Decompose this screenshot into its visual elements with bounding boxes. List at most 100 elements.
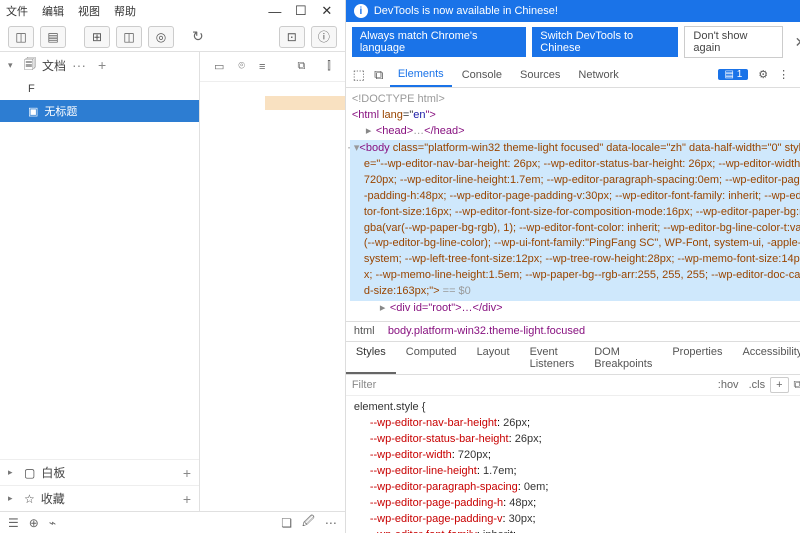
toolbar-info-icon[interactable]: ⓘ	[311, 26, 337, 48]
status-icon[interactable]: 🖉	[302, 512, 315, 533]
toolbar-window-icon[interactable]: ⊡	[279, 26, 305, 48]
subtab-dombp[interactable]: DOM Breakpoints	[584, 342, 662, 374]
toolbar-panel-icon[interactable]: ◫	[116, 26, 142, 48]
tab-console[interactable]: Console	[454, 62, 510, 87]
minimize-button[interactable]: —	[263, 2, 287, 20]
doc-body[interactable]	[200, 82, 345, 511]
app-pane: 文件 编辑 视图 帮助 — ☐ ✕ ◫ ▤ ⊞ ◫ ◎ ↻ ⊡ ⓘ ▾ 🗐 文档	[0, 0, 346, 533]
dom-body-node[interactable]: ⋯ ▾<body class="platform-win32 theme-lig…	[350, 140, 800, 301]
caret-right-icon: ▸	[8, 493, 18, 504]
hov-toggle[interactable]: :hov	[713, 378, 744, 392]
style-prop[interactable]: --wp-editor-line-height: 1.7em;	[354, 464, 800, 480]
status-icon[interactable]: ⌁	[49, 516, 56, 530]
menu-view[interactable]: 视图	[78, 3, 100, 19]
status-icon[interactable]: ⊕	[29, 516, 39, 530]
banner-dismiss-button[interactable]: Don't show again	[684, 26, 782, 58]
panel-icon[interactable]: ⧉	[789, 378, 800, 393]
style-prop[interactable]: --wp-editor-width: 720px;	[354, 448, 800, 464]
caret-right-icon: ▸	[8, 467, 18, 478]
devtools-pane: i DevTools is now available in Chinese! …	[346, 0, 800, 533]
doc-tb-icon[interactable]: ⌾	[238, 60, 245, 73]
issues-badge[interactable]: ▤ 1	[718, 69, 748, 80]
info-icon: i	[354, 4, 368, 18]
status-icon[interactable]: ⋯	[325, 516, 337, 530]
doc-tb-icon[interactable]: ⫿	[327, 60, 331, 73]
sidebar-fav-label: 收藏	[41, 490, 65, 507]
close-button[interactable]: ✕	[315, 2, 339, 20]
status-icon[interactable]: ❏	[281, 516, 292, 530]
cls-toggle[interactable]: .cls	[744, 378, 771, 392]
sidebar-item-label: 无标题	[44, 103, 77, 119]
board-icon: ▢	[24, 466, 35, 480]
tab-elements[interactable]: Elements	[390, 62, 452, 87]
menubar: 文件 编辑 视图 帮助 — ☐ ✕	[0, 0, 345, 22]
banner-switch-button[interactable]: Switch DevTools to Chinese	[532, 27, 678, 57]
menu-help[interactable]: 帮助	[114, 3, 136, 19]
doc-toolbar: ▭ ⌾ ≡ ⧉ ⫿	[200, 52, 345, 82]
style-prop[interactable]: --wp-editor-page-padding-h: 48px;	[354, 496, 800, 512]
doc-tb-icon[interactable]: ≡	[259, 61, 265, 73]
style-prop[interactable]: --wp-editor-page-padding-v: 30px;	[354, 512, 800, 528]
more-icon[interactable]: ···	[72, 57, 86, 73]
subtab-computed[interactable]: Computed	[396, 342, 467, 374]
add-rule-button[interactable]: +	[770, 377, 788, 393]
banner-text: DevTools is now available in Chinese!	[374, 5, 558, 17]
style-prop[interactable]: --wp-editor-nav-bar-height: 26px;	[354, 416, 800, 432]
sidebar: ▾ 🗐 文档 ··· + F ▣ 无标题 ▸ ▢ 白板 +	[0, 52, 200, 511]
sidebar-item-f[interactable]: F	[0, 78, 199, 100]
toolbar-list-icon[interactable]: ▤	[40, 26, 66, 48]
docs-icon: 🗐	[24, 55, 36, 76]
breadcrumb[interactable]: html body.platform-win32.theme-light.foc…	[346, 321, 800, 342]
menu-file[interactable]: 文件	[6, 3, 28, 19]
doc-tb-icon[interactable]: ⧉	[297, 60, 305, 73]
styles-panel[interactable]: element.style { --wp-editor-nav-bar-heig…	[346, 396, 800, 533]
gear-icon[interactable]: ⚙	[758, 68, 768, 81]
device-icon[interactable]: ⧉	[370, 67, 388, 83]
sidebar-docs-label: 文档	[42, 57, 66, 74]
style-prop[interactable]: --wp-editor-paragraph-spacing: 0em;	[354, 480, 800, 496]
toolbar-target-icon[interactable]: ◎	[148, 26, 174, 48]
banner-close-icon[interactable]: ✕	[795, 34, 800, 51]
devtools-tabs: ⬚ ⧉ Elements Console Sources Network ▤ 1…	[346, 62, 800, 88]
toolbar-layout-icon[interactable]: ◫	[8, 26, 34, 48]
filter-input[interactable]: Filter	[352, 379, 713, 391]
filter-row: Filter :hov .cls + ⧉	[346, 375, 800, 396]
sidebar-board-header[interactable]: ▸ ▢ 白板 +	[0, 459, 199, 485]
add-doc-button[interactable]: +	[98, 57, 106, 73]
caret-down-icon: ▾	[8, 60, 18, 71]
window-controls: — ☐ ✕	[263, 2, 339, 20]
banner-actions: Always match Chrome's language Switch De…	[346, 22, 800, 62]
status-icon[interactable]: ☰	[8, 516, 19, 530]
toolbar: ◫ ▤ ⊞ ◫ ◎ ↻ ⊡ ⓘ	[0, 22, 345, 52]
inspect-icon[interactable]: ⬚	[350, 67, 368, 83]
menu-edit[interactable]: 编辑	[42, 3, 64, 19]
subtab-a11y[interactable]: Accessibility	[732, 342, 800, 374]
toolbar-refresh-icon[interactable]: ↻	[192, 28, 204, 45]
statusbar: ☰ ⊕ ⌁ ❏ 🖉 ⋯	[0, 511, 345, 533]
doc-tb-icon[interactable]: ▭	[214, 60, 224, 73]
add-board-button[interactable]: +	[183, 465, 191, 481]
main-split: ▾ 🗐 文档 ··· + F ▣ 无标题 ▸ ▢ 白板 +	[0, 52, 345, 511]
subtab-styles[interactable]: Styles	[346, 342, 396, 374]
more-icon[interactable]: ⋮	[778, 68, 789, 81]
doc-highlight	[265, 96, 345, 110]
subtab-layout[interactable]: Layout	[467, 342, 520, 374]
maximize-button[interactable]: ☐	[289, 2, 313, 20]
tab-network[interactable]: Network	[570, 62, 626, 87]
star-icon: ☆	[24, 492, 35, 506]
add-fav-button[interactable]: +	[183, 491, 191, 507]
rule-selector: element.style {	[354, 400, 800, 416]
editor-area: ▭ ⌾ ≡ ⧉ ⫿	[200, 52, 345, 511]
style-prop[interactable]: --wp-editor-font-family: inherit;	[354, 528, 800, 533]
style-prop[interactable]: --wp-editor-status-bar-height: 26px;	[354, 432, 800, 448]
tab-sources[interactable]: Sources	[512, 62, 568, 87]
subtab-listeners[interactable]: Event Listeners	[520, 342, 585, 374]
sidebar-fav-header[interactable]: ▸ ☆ 收藏 +	[0, 485, 199, 511]
sidebar-docs-header[interactable]: ▾ 🗐 文档 ··· +	[0, 52, 199, 78]
sidebar-item-untitled[interactable]: ▣ 无标题	[0, 100, 199, 122]
sidebar-board-label: 白板	[41, 464, 65, 481]
subtab-props[interactable]: Properties	[662, 342, 732, 374]
dom-tree[interactable]: <!DOCTYPE html> <html lang="en"> ▸<head>…	[346, 88, 800, 321]
banner-match-button[interactable]: Always match Chrome's language	[352, 27, 526, 57]
toolbar-grid-icon[interactable]: ⊞	[84, 26, 110, 48]
